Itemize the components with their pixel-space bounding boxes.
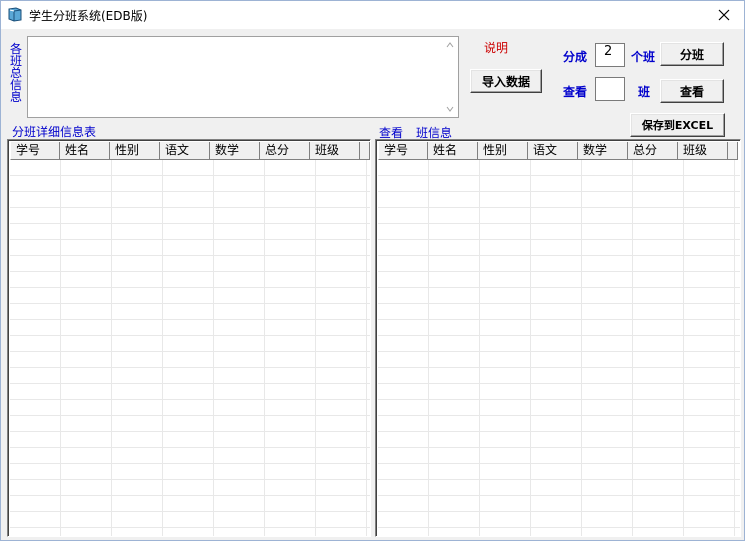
scroll-up-icon[interactable] xyxy=(446,41,454,49)
class-view-grid[interactable]: 学号 姓名 性别 语文 数学 总分 班级 xyxy=(375,139,741,537)
class-count-input[interactable]: 2 xyxy=(595,43,625,67)
split-into-label: 分成 xyxy=(563,50,588,64)
column-header[interactable]: 性别 xyxy=(478,142,528,160)
column-header[interactable]: 语文 xyxy=(528,142,578,160)
column-header[interactable]: 性别 xyxy=(110,142,160,160)
column-header[interactable]: 数学 xyxy=(578,142,628,160)
class-summary-textarea[interactable] xyxy=(27,36,459,118)
column-header[interactable]: 班级 xyxy=(310,142,360,160)
explain-link[interactable]: 说明 xyxy=(484,39,508,56)
save-to-excel-button[interactable]: 保存到EXCEL xyxy=(630,113,725,137)
column-header-filler xyxy=(360,142,370,160)
column-header[interactable]: 姓名 xyxy=(428,142,478,160)
column-header[interactable]: 姓名 xyxy=(60,142,110,160)
left-table-title: 分班详细信息表 xyxy=(12,125,97,139)
class-detail-grid[interactable]: 学号 姓名 性别 语文 数学 总分 班级 xyxy=(7,139,371,537)
info-label-char: 息 xyxy=(9,90,22,104)
main-window: 学生分班系统(EDB版) 各 班 总 信 息 说明 导入数据 分成 2 个班 分… xyxy=(0,0,745,541)
window-title: 学生分班系统(EDB版) xyxy=(29,9,148,23)
column-header[interactable]: 总分 xyxy=(628,142,678,160)
column-header[interactable]: 数学 xyxy=(210,142,260,160)
class-unit-label: 班 xyxy=(638,85,651,99)
classes-unit-label: 个班 xyxy=(631,50,656,64)
close-button[interactable] xyxy=(704,1,744,29)
grid-header: 学号 姓名 性别 语文 数学 总分 班级 xyxy=(10,142,370,160)
column-header[interactable]: 语文 xyxy=(160,142,210,160)
info-vertical-label: 各 班 总 信 息 xyxy=(8,43,24,103)
grid-body-right[interactable] xyxy=(378,160,740,536)
column-header[interactable]: 班级 xyxy=(678,142,728,160)
view-class-input[interactable] xyxy=(595,77,625,101)
view-class-button[interactable]: 查看 xyxy=(660,79,724,103)
title-bar: 学生分班系统(EDB版) xyxy=(1,1,744,29)
split-classes-button[interactable]: 分班 xyxy=(660,42,724,66)
grid-body-left[interactable] xyxy=(10,160,370,536)
view-label: 查看 xyxy=(563,85,588,99)
column-header[interactable]: 学号 xyxy=(378,142,428,160)
column-header[interactable]: 学号 xyxy=(10,142,60,160)
import-data-button[interactable]: 导入数据 xyxy=(470,69,542,93)
column-header-filler xyxy=(728,142,738,160)
summary-scrollbar[interactable] xyxy=(442,37,458,117)
close-icon xyxy=(718,9,730,21)
app-book-icon xyxy=(8,7,22,22)
grid-header: 学号 姓名 性别 语文 数学 总分 班级 xyxy=(378,142,738,160)
column-header[interactable]: 总分 xyxy=(260,142,310,160)
scroll-down-icon[interactable] xyxy=(446,105,454,113)
